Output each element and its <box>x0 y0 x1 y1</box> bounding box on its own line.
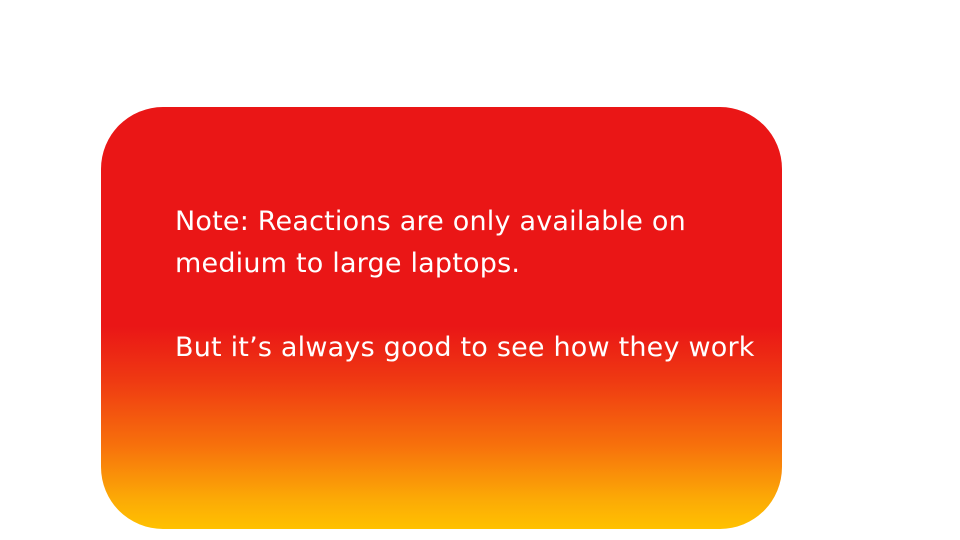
note-encouragement-text: But it’s always good to see how they wor… <box>175 332 755 363</box>
note-card: Note: Reactions are only available on me… <box>101 107 782 529</box>
note-text: Note: Reactions are only available on me… <box>175 201 755 369</box>
slide: Note: Reactions are only available on me… <box>0 0 960 540</box>
note-availability-text: Note: Reactions are only available on me… <box>175 206 686 279</box>
